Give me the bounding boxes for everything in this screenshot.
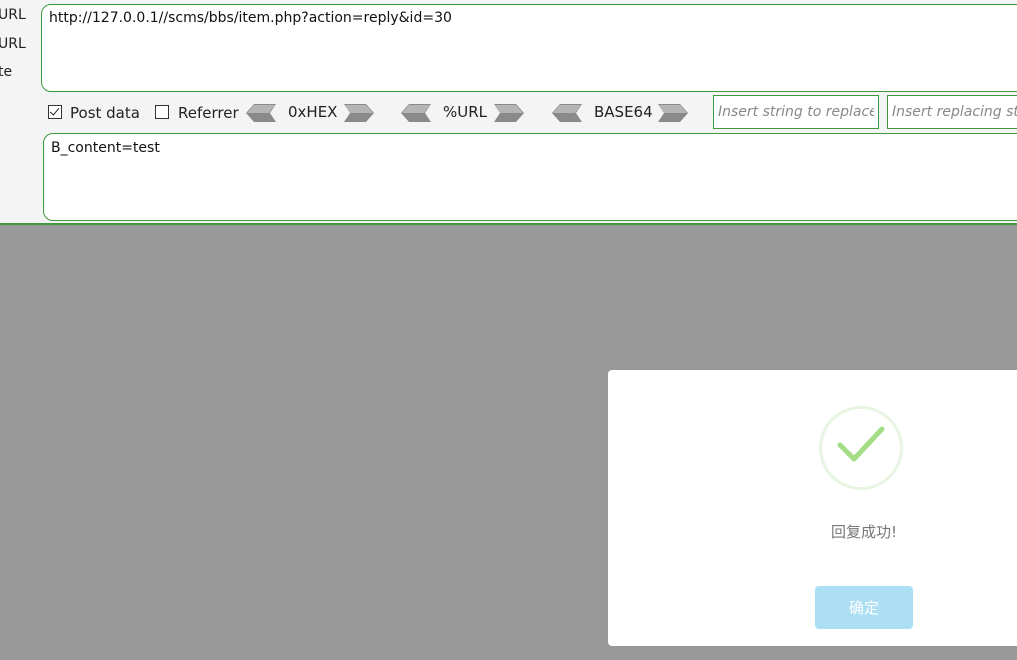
success-dialog: 回复成功! 确定: [608, 370, 1017, 646]
hex-encode-arrow-icon[interactable]: [344, 104, 374, 122]
referrer-checkbox[interactable]: [155, 105, 169, 119]
post-data-input[interactable]: B_content=test: [43, 133, 1017, 221]
url-label: %URL: [443, 103, 488, 121]
hex-label: 0xHEX: [288, 103, 338, 121]
success-check-icon: [819, 406, 903, 490]
checkmark-icon: [49, 105, 60, 116]
base64-label: BASE64: [594, 103, 653, 121]
hackbar-panel: URL URL te http://127.0.0.1//scms/bbs/it…: [0, 0, 1017, 225]
replace-string-input[interactable]: [887, 95, 1017, 129]
referrer-label[interactable]: Referrer: [178, 104, 239, 122]
url-encode-arrow-icon[interactable]: [494, 104, 524, 122]
post-data-label[interactable]: Post data: [70, 104, 140, 122]
load-url-label[interactable]: URL: [0, 7, 26, 23]
base64-decode-arrow-icon[interactable]: [552, 104, 582, 122]
execute-label[interactable]: te: [0, 64, 12, 80]
dialog-message: 回复成功!: [830, 523, 897, 541]
find-string-input[interactable]: [713, 95, 879, 129]
base64-encode-arrow-icon[interactable]: [658, 104, 688, 122]
url-decode-arrow-icon[interactable]: [401, 104, 431, 122]
hex-decode-arrow-icon[interactable]: [246, 104, 276, 122]
url-input[interactable]: http://127.0.0.1//scms/bbs/item.php?acti…: [41, 4, 1017, 92]
split-url-label[interactable]: URL: [0, 36, 26, 52]
confirm-button[interactable]: 确定: [815, 586, 913, 629]
post-data-checkbox[interactable]: [48, 105, 62, 119]
